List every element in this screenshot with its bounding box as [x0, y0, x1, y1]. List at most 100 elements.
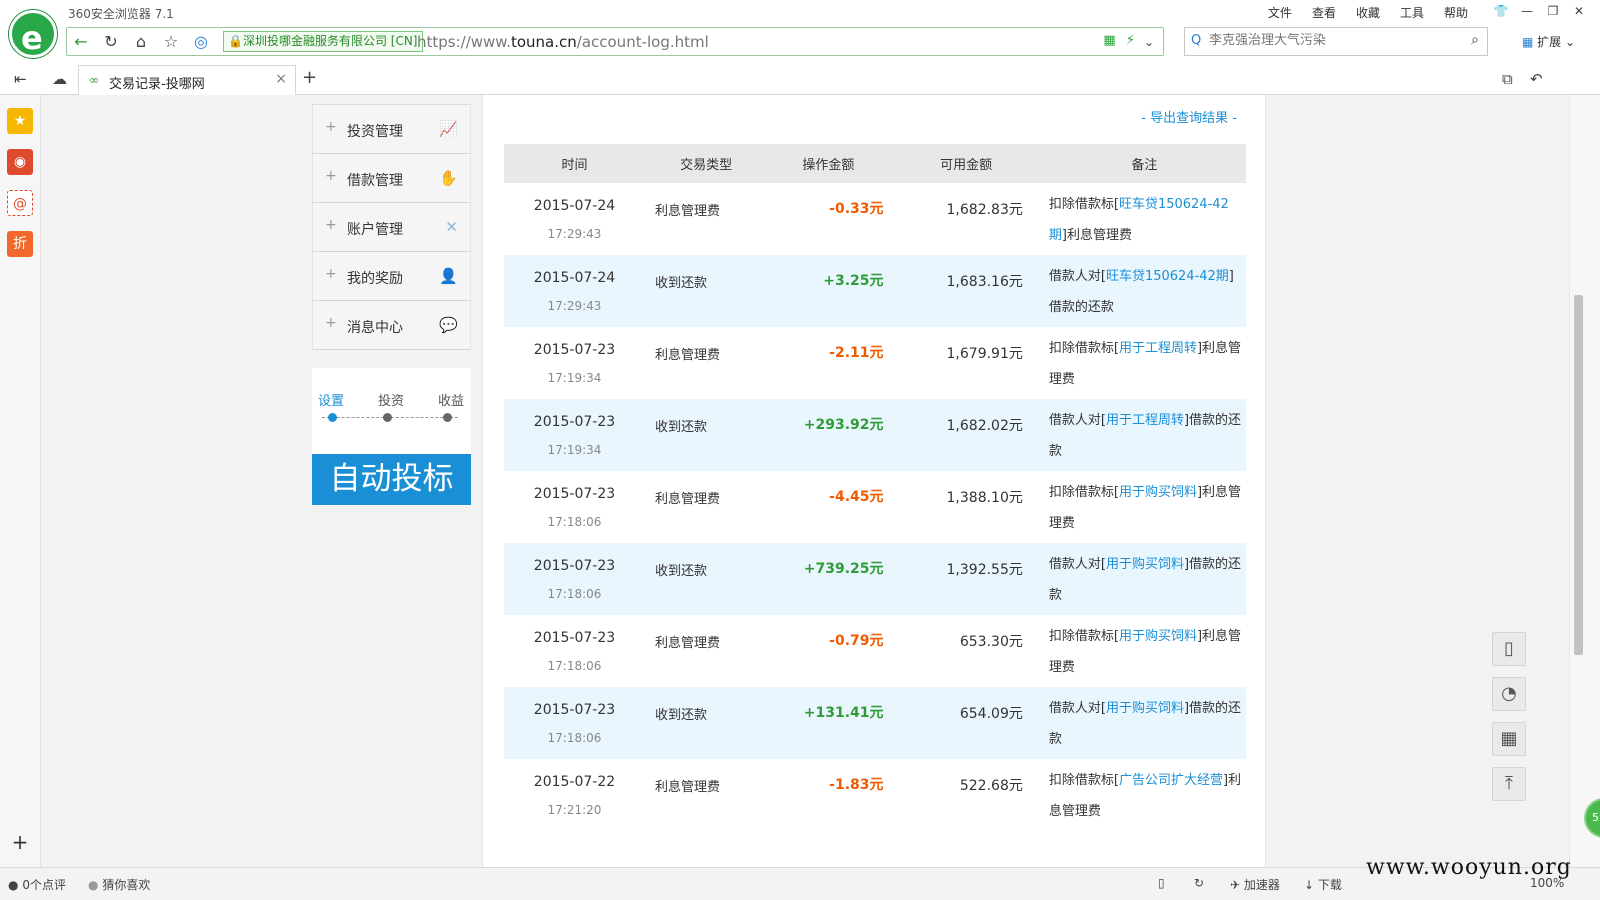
lightning-icon[interactable]: ⚡ — [1126, 33, 1135, 48]
back-arrow-icon[interactable]: ← — [69, 32, 93, 52]
chevron-down-icon[interactable]: ⌄ — [1137, 32, 1161, 52]
cell-balance: 654.09元 — [889, 687, 1043, 759]
cell-note: 借款人对[旺车贷150624-42期]借款的还款 — [1042, 255, 1246, 327]
add-sidebar-item-icon[interactable]: + — [7, 829, 33, 855]
home-icon[interactable]: ⌂ — [129, 32, 153, 52]
qr-code-icon[interactable]: ▦ — [1492, 722, 1526, 756]
refresh-icon[interactable]: ↻ — [99, 32, 123, 52]
step-returns[interactable]: 收益 — [438, 390, 464, 409]
maximize-button[interactable]: ❐ — [1540, 0, 1566, 22]
plus-icon: + — [325, 168, 337, 184]
row-amount: -0.33元 — [829, 201, 884, 217]
step-settings[interactable]: 设置 — [318, 390, 344, 409]
rocket-icon: ✈ — [1230, 878, 1241, 892]
cell-balance: 653.30元 — [890, 615, 1043, 687]
cloud-icon[interactable]: ☁ — [52, 70, 67, 88]
accelerator-button[interactable]: ✈ 加速器 — [1230, 876, 1280, 893]
loan-link[interactable]: 用于购买饲料 — [1106, 701, 1184, 716]
cell-note: 借款人对[用于购买饲料]借款的还款 — [1042, 687, 1246, 759]
note-prefix: 扣除借款标[ — [1048, 773, 1119, 788]
search-icon[interactable]: ⌕ — [1471, 32, 1479, 48]
row-time: 17:19:34 — [547, 443, 602, 457]
sidemenu-item-investment[interactable]: + 投资管理 📈 — [312, 105, 471, 154]
cell-type: 利息管理费 — [645, 471, 767, 543]
row-amount: +293.92元 — [803, 417, 884, 433]
restore-window-icon[interactable]: ⧉ — [1502, 70, 1513, 88]
sidemenu-item-rewards[interactable]: + 我的奖励 👤 — [312, 252, 471, 301]
row-balance: 653.30元 — [959, 634, 1023, 650]
row-type: 收到还款 — [654, 420, 707, 435]
mail-icon[interactable]: @ — [7, 190, 33, 216]
refresh-cycle-icon[interactable]: ↻ — [1194, 876, 1204, 890]
tab-active[interactable]: ∞ 交易记录-投哪网 × — [78, 65, 296, 96]
phone-icon[interactable]: ▯ — [1158, 876, 1165, 890]
guess-you-like-button[interactable]: ● 猜你喜欢 — [88, 876, 150, 893]
ie-mode-icon[interactable]: ◎ — [189, 32, 213, 52]
search-input[interactable] — [1209, 33, 1459, 48]
qq-icon[interactable]: ◔ — [1492, 677, 1526, 711]
url-text[interactable]: https://www.touna.cn/account-log.html — [417, 33, 709, 51]
qr-code-icon[interactable]: ▦ — [1103, 33, 1115, 48]
loan-link[interactable]: 用于工程周转 — [1119, 341, 1197, 356]
note-prefix: 扣除借款标[ — [1048, 341, 1119, 356]
address-bar[interactable]: ← ↻ ⌂ ☆ ◎ 🔒深圳投哪金融服务有限公司 [CN] https://www… — [66, 27, 1164, 56]
cell-amount: +739.25元 — [767, 543, 890, 615]
undo-close-icon[interactable]: ↶ — [1530, 70, 1543, 88]
skin-icon[interactable]: 👕 — [1488, 0, 1514, 22]
discount-icon[interactable]: 折 — [7, 231, 33, 257]
cell-amount: -1.83元 — [767, 759, 889, 831]
star-icon[interactable]: ☆ — [159, 32, 183, 52]
sidemenu-label: 消息中心 — [347, 320, 403, 336]
loan-link[interactable]: 用于购买饲料 — [1106, 557, 1184, 572]
tab-close-icon[interactable]: × — [275, 71, 287, 87]
vertical-scrollbar[interactable] — [1569, 95, 1600, 867]
sidemenu-item-account[interactable]: + 账户管理 ✕ — [312, 203, 471, 252]
cell-time: 2015-07-23 17:19:34 — [504, 399, 645, 471]
row-date: 2015-07-24 — [533, 270, 616, 286]
loan-link[interactable]: 用于购买饲料 — [1119, 629, 1197, 644]
back-to-top-icon[interactable]: ⤒ — [1492, 767, 1526, 801]
menu-view[interactable]: 查看 — [1312, 4, 1336, 21]
loan-link[interactable]: 旺车贷150624-42期 — [1106, 269, 1229, 284]
step-invest[interactable]: 投资 — [378, 390, 404, 409]
loan-link[interactable]: 用于工程周转 — [1106, 413, 1184, 428]
chart-icon: 📈 — [439, 120, 458, 138]
mobile-icon[interactable]: ▯ — [1492, 632, 1526, 666]
new-tab-button[interactable]: + — [302, 67, 317, 88]
scrollbar-thumb[interactable] — [1574, 295, 1583, 655]
sidemenu-item-messages[interactable]: + 消息中心 💬 — [312, 301, 471, 350]
row-time: 17:18:06 — [547, 659, 602, 673]
navigation-bar: ← ↻ ⌂ ☆ ◎ 🔒深圳投哪金融服务有限公司 [CN] https://www… — [0, 25, 1600, 62]
user-icon: 👤 — [439, 267, 458, 285]
cell-balance: 1,682.83元 — [890, 183, 1043, 255]
table-row: 2015-07-24 17:29:43 利息管理费 -0.33元 1,682.83元 扣除… — [504, 183, 1246, 255]
menu-favorites[interactable]: 收藏 — [1356, 4, 1380, 21]
row-balance: 654.09元 — [959, 706, 1023, 722]
cell-note: 扣除借款标[用于工程周转]利息管理费 — [1043, 327, 1246, 399]
extensions-label: 扩展 — [1537, 35, 1562, 49]
weibo-icon[interactable]: ◉ — [7, 149, 33, 175]
menu-help[interactable]: 帮助 — [1444, 4, 1468, 21]
export-results-link[interactable]: - 导出查询结果 - — [1141, 107, 1237, 126]
secure-site-badge[interactable]: 🔒深圳投哪金融服务有限公司 [CN] — [223, 31, 423, 52]
grid-icon: ▦ — [1522, 35, 1534, 49]
minimize-button[interactable]: — — [1514, 0, 1540, 22]
download-button[interactable]: ↓ 下载 — [1304, 876, 1342, 893]
sidemenu-item-loans[interactable]: + 借款管理 ✋ — [312, 154, 471, 203]
reviews-button[interactable]: ● 0个点评 — [8, 876, 66, 893]
close-button[interactable]: ✕ — [1566, 0, 1592, 22]
favorites-star-icon[interactable]: ★ — [7, 108, 33, 134]
menu-file[interactable]: 文件 — [1268, 4, 1292, 21]
account-side-menu: + 投资管理 📈 + 借款管理 ✋ + 账户管理 ✕ + 我的奖励 👤 + 消息… — [312, 104, 471, 350]
auto-bid-button[interactable]: 自动投标 — [312, 454, 471, 505]
menu-tools[interactable]: 工具 — [1400, 4, 1424, 21]
sidebar-toggle-icon[interactable]: ⇤ — [14, 70, 27, 88]
cell-amount: -4.45元 — [767, 471, 889, 543]
row-balance: 1,682.02元 — [946, 418, 1023, 434]
loan-link[interactable]: 用于购买饲料 — [1119, 485, 1197, 500]
note-prefix: 扣除借款标[ — [1048, 485, 1119, 500]
extensions-button[interactable]: ▦ 扩展 ⌄ — [1522, 33, 1575, 50]
loan-link[interactable]: 广告公司扩大经营 — [1119, 773, 1223, 788]
search-engine-icon[interactable]: Q — [1191, 33, 1201, 48]
search-box[interactable]: Q ⌕ — [1184, 27, 1488, 56]
